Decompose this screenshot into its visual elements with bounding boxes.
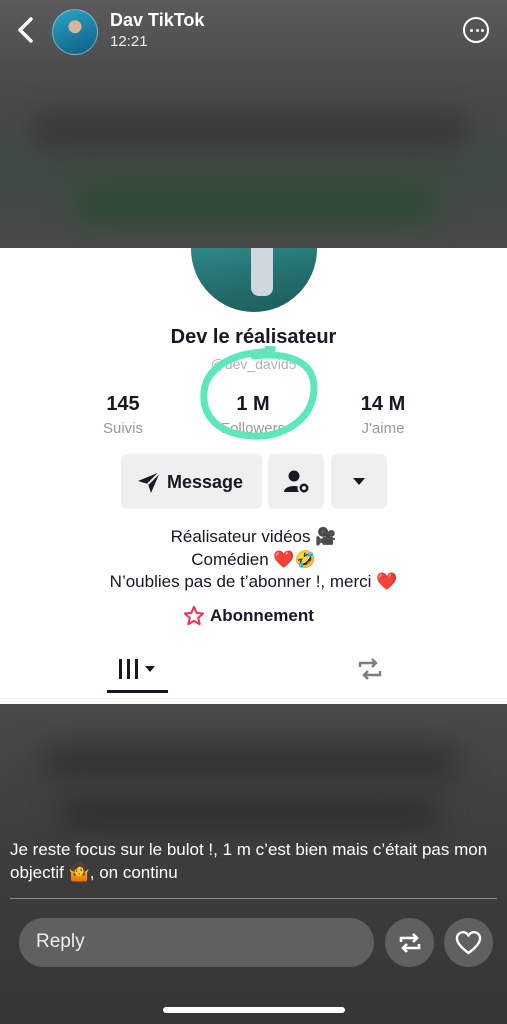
repost-icon[interactable] bbox=[356, 656, 384, 682]
active-tab-indicator bbox=[107, 690, 168, 693]
stat-following-value: 145 bbox=[106, 393, 140, 415]
heart-icon bbox=[455, 930, 482, 955]
story-caption: Je reste focus sur le bulot !, 1 m c’est… bbox=[10, 840, 488, 882]
message-button-label: Message bbox=[167, 472, 244, 492]
add-friend-gear-icon bbox=[284, 470, 311, 495]
profile-picture bbox=[191, 248, 317, 312]
profile-screenshot: Dev le réalisateur @dev_david5 145 Suivi… bbox=[0, 248, 507, 704]
stat-following: 145 Suivis bbox=[68, 393, 178, 437]
story-header: Dav TikTok 12:21 bbox=[0, 0, 507, 64]
divider bbox=[10, 898, 497, 899]
story-user-name[interactable]: Dav TikTok bbox=[110, 10, 204, 31]
profile-tabs bbox=[0, 646, 507, 699]
bio-line-1: Réalisateur vidéos 🎥 bbox=[170, 527, 337, 546]
home-indicator bbox=[163, 1007, 345, 1013]
share-icon bbox=[399, 933, 421, 953]
star-icon bbox=[183, 605, 205, 626]
share-button[interactable] bbox=[385, 918, 434, 967]
stat-likes-value: 14 M bbox=[360, 393, 406, 415]
message-button[interactable]: Message bbox=[121, 454, 262, 509]
add-friend-button[interactable] bbox=[268, 454, 324, 509]
more-dropdown-button[interactable] bbox=[331, 454, 387, 509]
send-icon bbox=[138, 471, 161, 493]
reply-input[interactable]: Reply bbox=[19, 918, 374, 967]
like-button[interactable] bbox=[444, 918, 493, 967]
more-options-icon[interactable] bbox=[463, 17, 489, 43]
reply-placeholder: Reply bbox=[36, 931, 85, 952]
bio-line-2: Comédien ❤️🤣 bbox=[191, 550, 316, 569]
stat-likes: 14 M J'aime bbox=[328, 393, 438, 437]
avatar[interactable] bbox=[52, 9, 98, 55]
stat-likes-label: J'aime bbox=[361, 420, 405, 437]
subscribe-label: Abonnement bbox=[210, 606, 314, 625]
highlight-circle-annotation bbox=[200, 346, 318, 440]
bio-line-3: N’oublies pas de t’abonner !, merci ❤️ bbox=[109, 572, 398, 591]
dropdown-arrow-icon bbox=[353, 478, 365, 485]
back-chevron-icon[interactable] bbox=[14, 14, 38, 46]
stat-following-label: Suivis bbox=[102, 420, 143, 437]
grid-icon[interactable] bbox=[117, 658, 159, 680]
story-time: 12:21 bbox=[110, 33, 148, 50]
